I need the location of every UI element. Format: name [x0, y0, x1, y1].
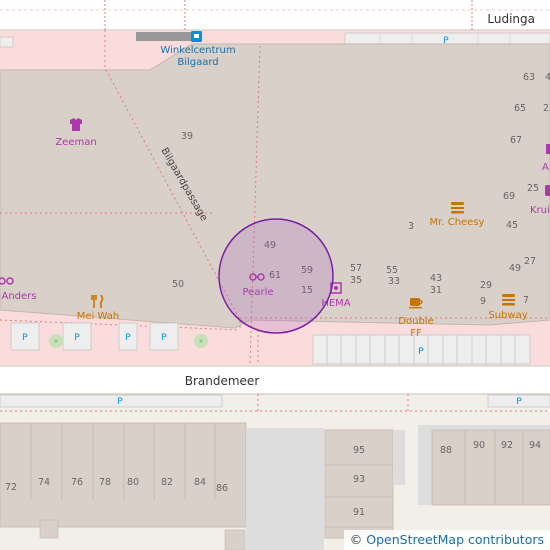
house-number: 69: [503, 191, 515, 202]
house-number: 86: [216, 483, 228, 494]
poi-label-mr-cheesy: Mr. Cheesy: [430, 217, 485, 228]
shop-icon[interactable]: [546, 144, 550, 154]
house-number: 2: [543, 103, 549, 114]
parking-label: P: [418, 347, 424, 357]
house-number: 90: [473, 440, 485, 451]
house-number: 33: [388, 276, 400, 287]
copyright-symbol: ©: [349, 532, 363, 547]
parking-label: P: [117, 397, 123, 407]
location-accuracy-circle[interactable]: [218, 218, 334, 334]
house-number: 93: [353, 474, 365, 485]
yard-area: [246, 428, 324, 550]
bus-shelter: [136, 32, 198, 41]
parking-label: P: [22, 333, 28, 343]
fast-food-icon[interactable]: [502, 294, 515, 297]
chemist-icon[interactable]: [545, 185, 550, 196]
house-number: 35: [350, 275, 362, 286]
house-number: 84: [194, 477, 206, 488]
road-ludinga: [0, 0, 550, 30]
house-number: 74: [38, 477, 50, 488]
fast-food-icon-detail: [502, 299, 515, 301]
house-number: 80: [127, 477, 139, 488]
tree-icon-trunk: [54, 339, 58, 343]
tree-icon-trunk: [199, 339, 203, 343]
house-number: 88: [440, 445, 452, 456]
house-number: 94: [529, 440, 541, 451]
building-small: [224, 529, 246, 550]
mall-name-line1: Winkelcentrum: [160, 45, 235, 56]
building-row: [0, 422, 247, 528]
house-number: 72: [5, 482, 17, 493]
house-number: 9: [480, 296, 486, 307]
poi-label-double-ff-1: Double: [398, 316, 433, 327]
house-number: 76: [71, 477, 83, 488]
house-number: 31: [430, 285, 442, 296]
poi-label-zeeman: Zeeman: [55, 137, 96, 148]
house-number: 78: [99, 477, 111, 488]
house-number: 39: [181, 131, 193, 142]
house-number: 50: [172, 279, 184, 290]
bus-stop-icon-detail: [194, 34, 199, 38]
house-number: 65: [514, 103, 526, 114]
attribution-link[interactable]: OpenStreetMap contributors: [366, 532, 544, 547]
poi-label-mei-wah: Mei Wah: [77, 311, 119, 322]
house-number: 25: [527, 183, 539, 194]
road-brandemeer: [0, 366, 550, 394]
parking-label: P: [161, 333, 167, 343]
parking-label: P: [516, 397, 522, 407]
poi-label-anders: Anders: [2, 291, 37, 302]
house-number: 4: [545, 72, 550, 83]
yard-area: [393, 430, 405, 485]
fast-food-icon-detail: [451, 211, 464, 214]
parking-label: P: [74, 333, 80, 343]
street-label-brandemeer: Brandemeer: [185, 374, 260, 388]
house-number: 67: [510, 135, 522, 146]
fast-food-icon-detail: [502, 303, 515, 306]
house-number: 29: [480, 280, 492, 291]
house-number: 3: [408, 221, 414, 232]
house-number: 7: [523, 295, 529, 306]
house-number: 27: [524, 256, 536, 267]
parking-area: [0, 394, 223, 408]
fast-food-icon[interactable]: [451, 202, 464, 205]
map-canvas[interactable]: Ludinga Brandemeer Bilgaardpassage Winke…: [0, 0, 550, 550]
house-number: 91: [353, 507, 365, 518]
parking-label: P: [125, 333, 131, 343]
house-number: 55: [386, 265, 398, 276]
fast-food-icon-detail: [451, 207, 464, 209]
parking-label: P: [443, 36, 449, 46]
house-number: 49: [509, 263, 521, 274]
house-number: 43: [430, 273, 442, 284]
mall-name-line2: Bilgaard: [177, 57, 218, 68]
house-number: 45: [506, 220, 518, 231]
house-number: 92: [501, 440, 513, 451]
poi-label-kruidvat: Kruid: [530, 205, 550, 216]
parking-area: [0, 36, 14, 48]
poi-label-double-ff-2: FF: [410, 328, 422, 339]
house-number: 63: [523, 72, 535, 83]
house-number: 82: [161, 477, 173, 488]
building-small: [39, 519, 59, 539]
poi-label-a: A: [542, 162, 549, 173]
map-attribution: © OpenStreetMap contributors: [343, 530, 550, 550]
house-number: 57: [350, 263, 362, 274]
street-label-ludinga: Ludinga: [487, 12, 535, 26]
poi-label-subway: Subway: [488, 310, 527, 321]
house-number: 95: [353, 445, 365, 456]
